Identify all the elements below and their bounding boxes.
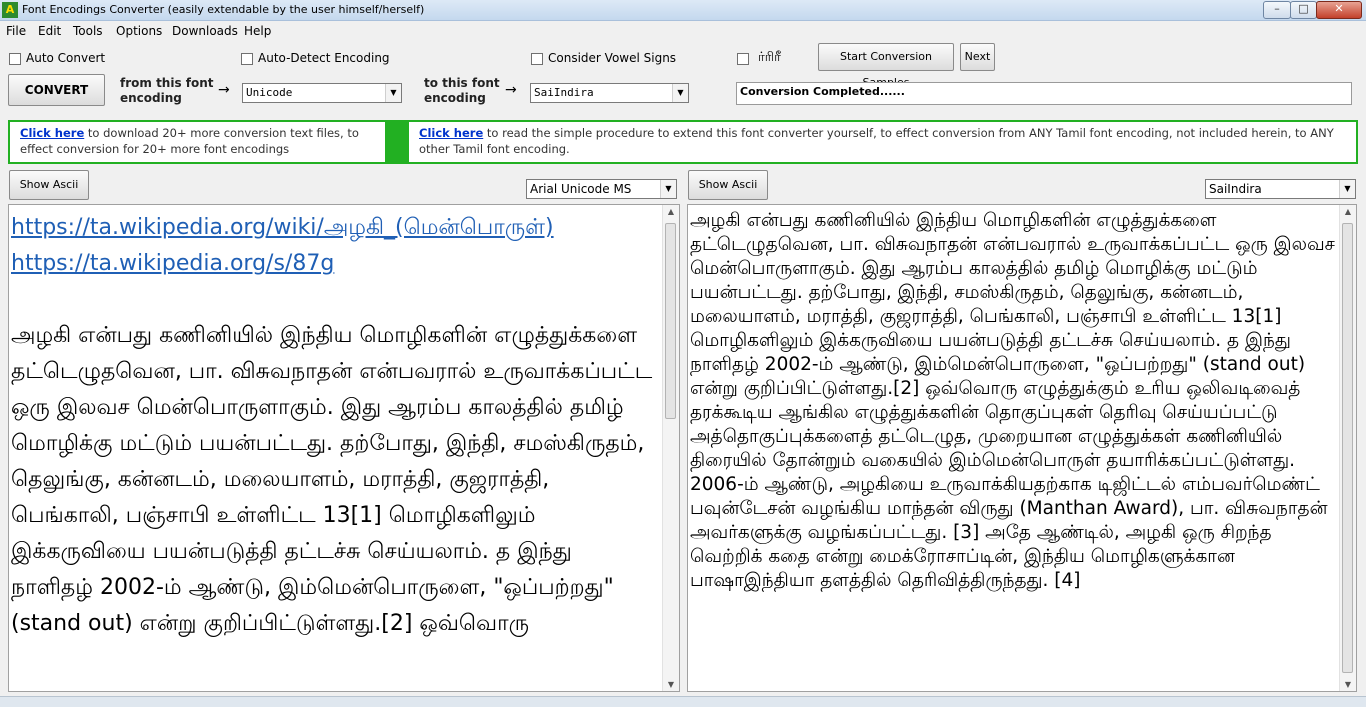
window-title: Font Encodings Converter (easily extenda… [22,3,425,16]
auto-detect-label: Auto-Detect Encoding [258,51,390,65]
right-scrollbar[interactable]: ▲ ▼ [1339,205,1356,691]
url-link-2[interactable]: https://ta.wikipedia.org/s/87g [11,251,334,276]
maximize-button[interactable]: □ [1290,1,1317,19]
from-encoding-select[interactable]: Unicode ▼ [242,83,402,103]
left-body-text: அழகி என்பது கணினியில் இந்திய மொழிகளின் எ… [11,323,653,636]
right-font-select[interactable]: SaiIndira ▼ [1205,179,1356,199]
vowel-sample-checkbox[interactable] [737,53,749,65]
url-link-1[interactable]: https://ta.wikipedia.org/wiki/அழகி_(மென்… [11,215,554,240]
left-scrollbar[interactable]: ▲ ▼ [662,205,679,691]
from-arrow: → [218,82,230,98]
auto-convert-checkbox[interactable] [9,53,21,65]
scroll-up-icon[interactable]: ▲ [663,207,679,216]
procedure-link[interactable]: Click here [419,126,483,140]
status-box: Conversion Completed...... [736,82,1352,105]
consider-vowel-label: Consider Vowel Signs [548,51,677,65]
scroll-down-icon[interactable]: ▼ [1340,680,1356,689]
left-scroll-thumb[interactable] [665,223,676,419]
close-button[interactable]: ✕ [1316,1,1362,19]
menu-bar: File Edit Tools Options Downloads Help [0,21,1366,41]
taskbar [0,696,1366,707]
chevron-down-icon[interactable]: ▼ [1339,180,1355,198]
scroll-up-icon[interactable]: ▲ [1340,207,1356,216]
from-encoding-label: from this font encoding [120,76,214,105]
left-font-select[interactable]: Arial Unicode MS ▼ [526,179,677,199]
info-left: Click here to download 20+ more conversi… [20,125,380,157]
left-show-ascii-button[interactable]: Show Ascii [9,170,89,200]
menu-file[interactable]: File [6,24,26,38]
right-font-value: SaiIndira [1209,182,1262,196]
convert-button[interactable]: CONVERT [8,74,105,106]
chevron-down-icon[interactable]: ▼ [660,180,676,198]
auto-convert-label: Auto Convert [26,51,106,65]
menu-options[interactable]: Options [116,24,162,38]
download-link[interactable]: Click here [20,126,84,140]
menu-downloads[interactable]: Downloads [172,24,238,38]
vowel-sample-label: ர்ரிரீ [758,50,781,65]
to-encoding-select[interactable]: SaiIndira ▼ [530,83,689,103]
start-samples-button[interactable]: Start Conversion Samples [818,43,954,89]
to-arrow: → [505,82,517,98]
to-encoding-label: to this font encoding [424,76,500,105]
left-font-value: Arial Unicode MS [530,182,632,196]
right-show-ascii-button[interactable]: Show Ascii [688,170,768,200]
next-button[interactable]: Next [960,43,995,71]
info-right-text: to read the simple procedure to extend t… [419,126,1334,156]
right-text-content: அழகி என்பது கணினியில் இந்திய மொழிகளின் எ… [690,209,1336,593]
app-icon: A [2,2,18,18]
info-right: Click here to read the simple procedure … [419,125,1353,157]
to-encoding-value: SaiIndira [534,86,594,99]
menu-tools[interactable]: Tools [73,24,103,38]
chevron-down-icon[interactable]: ▼ [385,84,401,102]
minimize-button[interactable]: – [1263,1,1291,19]
left-text-area[interactable]: https://ta.wikipedia.org/wiki/அழகி_(மென்… [8,204,680,692]
scroll-down-icon[interactable]: ▼ [663,680,679,689]
from-encoding-value: Unicode [246,86,293,99]
consider-vowel-checkbox[interactable] [531,53,543,65]
auto-detect-checkbox[interactable] [241,53,253,65]
right-text-area[interactable]: அழகி என்பது கணினியில் இந்திய மொழிகளின் எ… [687,204,1357,692]
chevron-down-icon[interactable]: ▼ [672,84,688,102]
right-body-text: அழகி என்பது கணினியில் இந்திய மொழிகளின் எ… [690,210,1335,591]
right-scroll-thumb[interactable] [1342,223,1353,673]
left-text-content: https://ta.wikipedia.org/wiki/அழகி_(மென்… [11,210,657,642]
info-divider [385,122,409,162]
menu-edit[interactable]: Edit [38,24,61,38]
menu-help[interactable]: Help [244,24,271,38]
